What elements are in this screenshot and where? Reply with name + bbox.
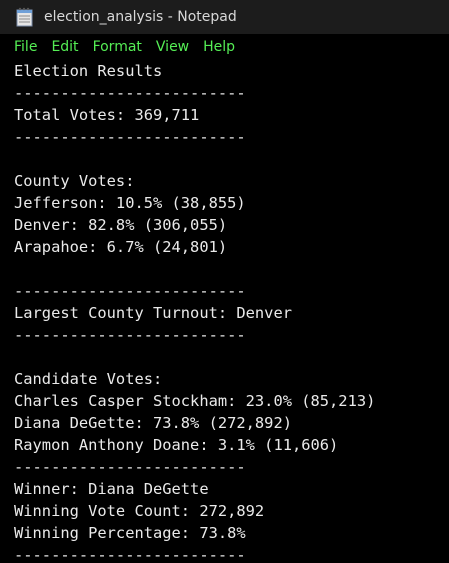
editor-line: Denver: 82.8% (306,055) [14, 216, 228, 234]
editor-line: Jefferson: 10.5% (38,855) [14, 194, 246, 212]
editor-line: ------------------------- [14, 128, 246, 146]
editor-line: Winning Vote Count: 272,892 [14, 502, 265, 520]
editor-line: Winning Percentage: 73.8% [14, 524, 246, 542]
menu-format[interactable]: Format [86, 39, 149, 55]
editor-line: ------------------------- [14, 546, 246, 563]
menu-bar: File Edit Format View Help [0, 34, 449, 60]
notepad-window: election_analysis - Notepad File Edit Fo… [0, 0, 449, 563]
editor-line: ------------------------- [14, 282, 246, 300]
editor-line: Candidate Votes: [14, 370, 163, 388]
window-title: election_analysis - Notepad [44, 9, 237, 25]
title-bar[interactable]: election_analysis - Notepad [0, 0, 449, 34]
editor-line: Raymon Anthony Doane: 3.1% (11,606) [14, 436, 339, 454]
editor-line: Election Results [14, 62, 163, 80]
menu-help[interactable]: Help [196, 39, 242, 55]
menu-edit[interactable]: Edit [44, 39, 85, 55]
editor-line: Largest County Turnout: Denver [14, 304, 292, 322]
editor-line: Winner: Diana DeGette [14, 480, 209, 498]
menu-file[interactable]: File [7, 39, 44, 55]
editor-line: ------------------------- [14, 458, 246, 476]
editor-line: Total Votes: 369,711 [14, 106, 200, 124]
menu-view[interactable]: View [149, 39, 196, 55]
editor-line: Diana DeGette: 73.8% (272,892) [14, 414, 292, 432]
editor-line: ------------------------- [14, 326, 246, 344]
editor-line: ------------------------- [14, 84, 246, 102]
text-editor-area[interactable]: Election Results -----------------------… [0, 60, 449, 563]
notepad-icon [16, 7, 33, 27]
editor-line: County Votes: [14, 172, 135, 190]
editor-line: Arapahoe: 6.7% (24,801) [14, 238, 228, 256]
editor-line: Charles Casper Stockham: 23.0% (85,213) [14, 392, 376, 410]
